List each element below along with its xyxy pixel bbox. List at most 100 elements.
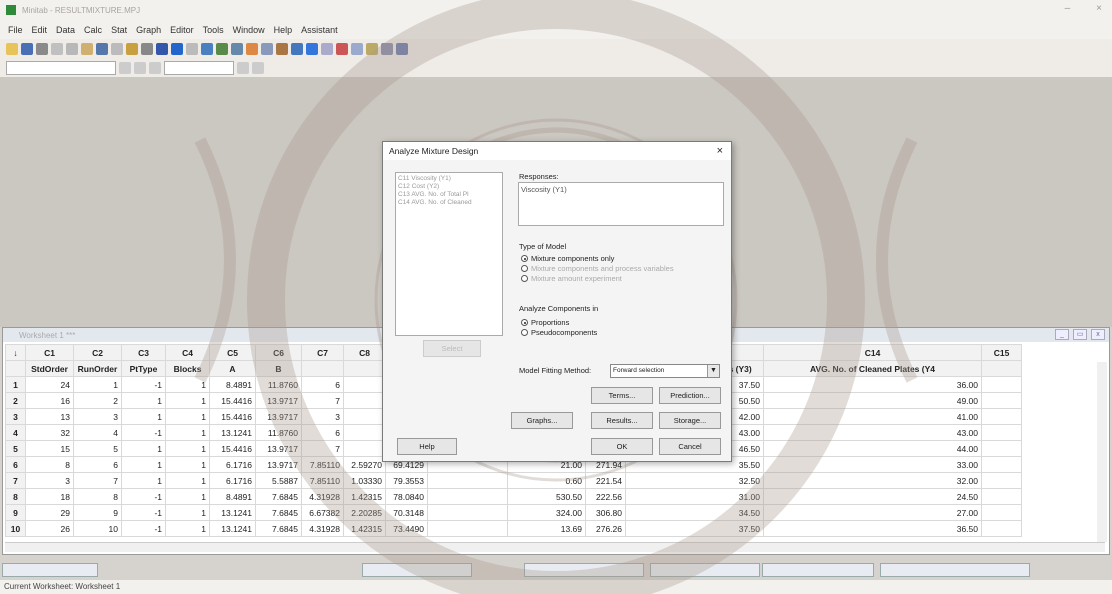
table-cell[interactable]: 8.4891	[209, 488, 256, 505]
table-cell[interactable]: 306.80	[585, 504, 626, 521]
vertical-scrollbar[interactable]	[1097, 362, 1107, 542]
table-cell[interactable]: 6.1716	[209, 472, 256, 489]
table-cell[interactable]: 5	[73, 440, 122, 457]
table-cell[interactable]: 3	[301, 408, 344, 425]
worksheet-icon[interactable]	[216, 42, 228, 55]
table-cell[interactable]	[981, 504, 1022, 521]
table-cell[interactable]: 7.6845	[255, 488, 302, 505]
table-cell[interactable]: 530.50	[507, 488, 586, 505]
paste-icon[interactable]	[81, 42, 93, 55]
table-cell[interactable]: 5.5887	[255, 472, 302, 489]
table-cell[interactable]: 15.4416	[209, 440, 256, 457]
storage-button[interactable]: Storage...	[659, 412, 721, 429]
table-cell[interactable]: 2.59270	[343, 456, 386, 473]
column-name-header[interactable]	[301, 360, 344, 377]
table-cell[interactable]: 34.50	[625, 504, 764, 521]
table-cell[interactable]: 13.1241	[209, 520, 256, 537]
menu-data[interactable]: Data	[56, 25, 75, 35]
table-cell[interactable]: 9	[73, 504, 122, 521]
model-fitting-select[interactable]: Forward selection ▼	[610, 364, 720, 378]
variable-item[interactable]: C14 AVG. No. of Cleaned	[398, 199, 500, 207]
column-selector[interactable]	[6, 60, 116, 75]
help-button[interactable]: Help	[397, 438, 457, 455]
table-cell[interactable]: 1	[165, 472, 210, 489]
dialog-close-icon[interactable]: ×	[717, 145, 723, 157]
table-cell[interactable]: 6	[301, 376, 344, 393]
table-cell[interactable]: 11.8760	[255, 424, 302, 441]
table-cell[interactable]: 70.3148	[385, 504, 428, 521]
column-name-header[interactable]	[981, 360, 1022, 377]
redo-icon[interactable]	[111, 42, 123, 55]
table-cell[interactable]: 6.1716	[209, 456, 256, 473]
column-id-header[interactable]: C1	[25, 344, 74, 361]
table-cell[interactable]: 7.6845	[255, 520, 302, 537]
table-cell[interactable]: 7	[301, 440, 344, 457]
table-cell[interactable]: -1	[121, 504, 166, 521]
table-cell[interactable]: 13.1241	[209, 424, 256, 441]
column-id-header[interactable]: C7	[301, 344, 344, 361]
table-cell[interactable]: 44.00	[763, 440, 982, 457]
minimized-window[interactable]	[2, 563, 98, 577]
graph-folder-icon[interactable]	[231, 42, 243, 55]
table-cell[interactable]: 2.20285	[343, 504, 386, 521]
column-id-header[interactable]: C15	[981, 344, 1022, 361]
table-cell[interactable]: 7.6845	[255, 504, 302, 521]
table-cell[interactable]	[981, 472, 1022, 489]
ok-button[interactable]: OK	[591, 438, 653, 455]
column-name-header[interactable]	[5, 360, 26, 377]
menu-calc[interactable]: Calc	[84, 25, 102, 35]
table-cell[interactable]	[981, 424, 1022, 441]
table-cell[interactable]: 6	[301, 424, 344, 441]
table-cell[interactable]: 79.3553	[385, 472, 428, 489]
save-icon[interactable]	[21, 42, 33, 55]
table-cell[interactable]: 41.00	[763, 408, 982, 425]
undo-icon[interactable]	[96, 42, 108, 55]
table-cell[interactable]: 1	[165, 488, 210, 505]
horizontal-scrollbar[interactable]	[5, 542, 1105, 552]
minimized-window[interactable]	[880, 563, 1030, 577]
table-cell[interactable]	[981, 456, 1022, 473]
graph-icon[interactable]	[291, 42, 303, 55]
table-cell[interactable]: 32.00	[763, 472, 982, 489]
table-cell[interactable]: 221.54	[585, 472, 626, 489]
table-cell[interactable]: 32	[25, 424, 74, 441]
table-cell[interactable]: 1	[165, 456, 210, 473]
select-button[interactable]: Select	[423, 340, 481, 357]
table-cell[interactable]: 16	[25, 392, 74, 409]
table-cell[interactable]: 1	[121, 472, 166, 489]
table-cell[interactable]: 13.69	[507, 520, 586, 537]
prediction-button[interactable]: Prediction...	[659, 387, 721, 404]
project-manager-icon[interactable]	[246, 42, 258, 55]
copy-icon[interactable]	[66, 42, 78, 55]
minimized-window[interactable]	[524, 563, 644, 577]
session-window-icon[interactable]	[201, 42, 213, 55]
radio-proportions[interactable]: Proportions	[521, 318, 569, 327]
table-cell[interactable]: 10	[73, 520, 122, 537]
cancel-icon[interactable]	[156, 42, 168, 55]
table-cell[interactable]: 7.85110	[301, 456, 344, 473]
table-cell[interactable]: 1.03330	[343, 472, 386, 489]
table-cell[interactable]: 11.8760	[255, 376, 302, 393]
table-cell[interactable]	[343, 408, 386, 425]
table-cell[interactable]: 1	[165, 440, 210, 457]
menu-assistant[interactable]: Assistant	[301, 25, 338, 35]
table-cell[interactable]	[343, 392, 386, 409]
row-number[interactable]: 7	[5, 472, 26, 489]
table-cell[interactable]: 29	[25, 504, 74, 521]
table-cell[interactable]: 2	[73, 392, 122, 409]
menu-help[interactable]: Help	[274, 25, 293, 35]
table-cell[interactable]: 1.42315	[343, 520, 386, 537]
table-cell[interactable]: 1	[165, 424, 210, 441]
table-cell[interactable]: 1	[121, 440, 166, 457]
row-number[interactable]: 5	[5, 440, 26, 457]
column-menu-icon[interactable]: ↓	[5, 344, 26, 361]
table-cell[interactable]: 73.4490	[385, 520, 428, 537]
graphs-button[interactable]: Graphs...	[511, 412, 573, 429]
table-cell[interactable]	[981, 408, 1022, 425]
window-layout-icon[interactable]	[306, 42, 318, 55]
table-cell[interactable]: 15	[25, 440, 74, 457]
table-cell[interactable]: -1	[121, 376, 166, 393]
table-cell[interactable]: 276.26	[585, 520, 626, 537]
minimize-button[interactable]: –	[1065, 3, 1071, 14]
column-id-header[interactable]: C6	[255, 344, 302, 361]
